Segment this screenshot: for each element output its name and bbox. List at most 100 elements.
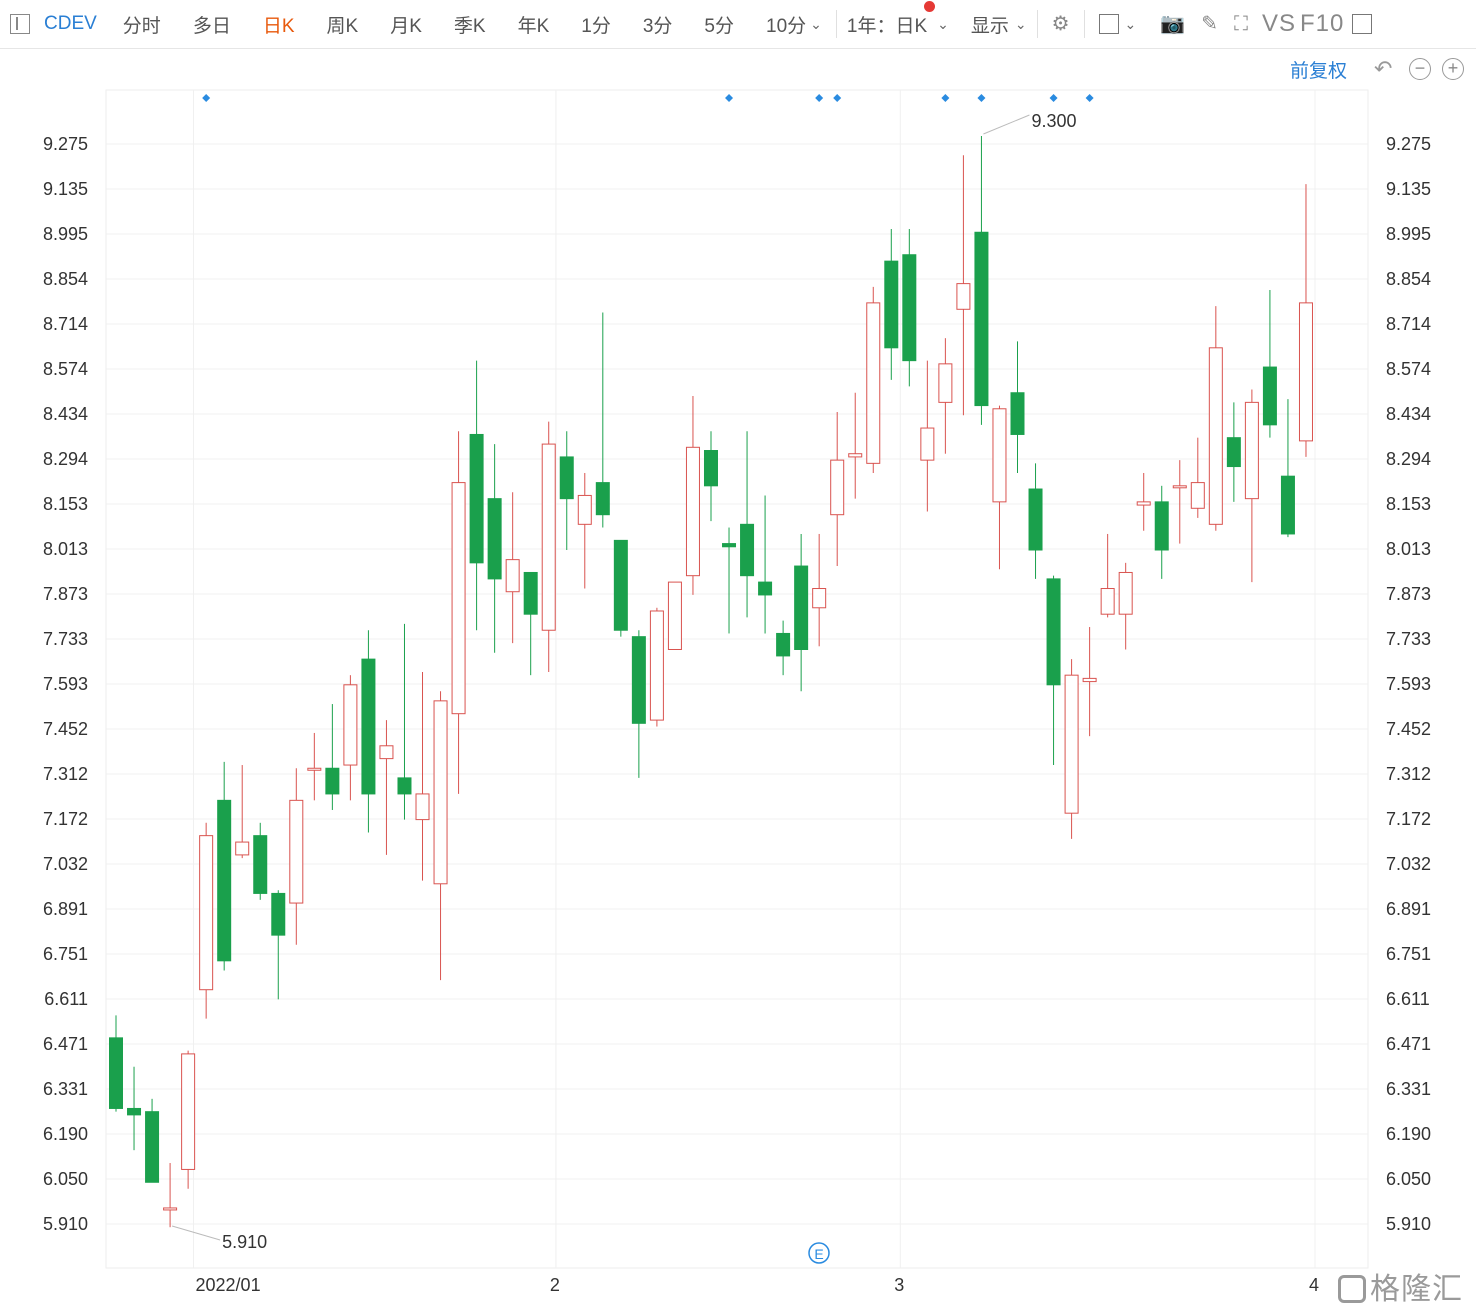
candle-up[interactable] (1190, 482, 1205, 509)
candle-up[interactable] (1136, 501, 1151, 506)
y-tick-label-right: 8.995 (1386, 224, 1431, 244)
candle-up[interactable] (451, 482, 466, 715)
candle-down[interactable] (613, 539, 628, 631)
min-leader-line (171, 1225, 221, 1241)
candle-down[interactable] (523, 571, 538, 615)
candle-up[interactable] (812, 588, 827, 609)
y-tick-label-right: 8.434 (1386, 404, 1431, 424)
y-tick-label-right: 7.312 (1386, 764, 1431, 784)
y-tick-label-left: 8.013 (43, 539, 88, 559)
event-marker[interactable] (1049, 94, 1058, 102)
y-tick-label-left: 6.471 (43, 1034, 88, 1054)
x-tick-label: 4 (1309, 1275, 1319, 1295)
candle-up[interactable] (992, 408, 1007, 503)
y-tick-label-left: 8.714 (43, 314, 88, 334)
y-tick-label-left: 8.995 (43, 224, 88, 244)
candle-up[interactable] (1064, 674, 1079, 814)
candle-down[interactable] (271, 892, 286, 936)
candle-down[interactable] (109, 1037, 123, 1109)
candle-down[interactable] (884, 260, 899, 349)
y-tick-label-right: 7.172 (1386, 809, 1431, 829)
candle-up[interactable] (433, 700, 448, 885)
candle-down[interactable] (776, 632, 791, 657)
candle-down[interactable] (1010, 392, 1025, 435)
candle-down[interactable] (487, 498, 502, 580)
event-marker[interactable] (941, 94, 950, 102)
candle-down[interactable] (595, 482, 610, 516)
candle-up[interactable] (956, 283, 971, 310)
candle-up[interactable] (1244, 401, 1259, 500)
earnings-badge-label: E (814, 1246, 823, 1262)
candle-up[interactable] (920, 427, 935, 461)
candle-up[interactable] (1100, 588, 1115, 615)
event-marker[interactable] (977, 94, 986, 102)
candle-up[interactable] (415, 793, 430, 821)
candle-up[interactable] (1172, 485, 1187, 489)
y-tick-label-left: 6.751 (43, 944, 88, 964)
y-tick-label-left: 6.891 (43, 899, 88, 919)
logo-icon (1338, 1275, 1366, 1303)
candle-down[interactable] (469, 433, 484, 564)
candle-down[interactable] (253, 835, 268, 894)
y-tick-label-left: 6.050 (43, 1169, 88, 1189)
event-marker[interactable] (833, 94, 842, 102)
candle-down[interactable] (361, 658, 376, 795)
candle-up[interactable] (307, 767, 322, 771)
candle-down[interactable] (631, 636, 646, 724)
candle-up[interactable] (667, 581, 682, 650)
candle-up[interactable] (938, 363, 953, 403)
candle-up[interactable] (235, 841, 250, 856)
candle-up[interactable] (848, 453, 863, 458)
candle-down[interactable] (1262, 366, 1277, 426)
candle-down[interactable] (559, 456, 574, 500)
candle-down[interactable] (740, 523, 755, 577)
candlestick-chart[interactable]: 9.275 9.275 9.135 9.135 8.995 8.995 8.854 8.854… (0, 0, 1476, 1310)
candle-down[interactable] (722, 543, 737, 548)
candle-up[interactable] (1208, 347, 1223, 525)
candle-down[interactable] (794, 565, 809, 650)
candle-up[interactable] (577, 494, 592, 525)
candle-up[interactable] (343, 684, 358, 766)
candle-up[interactable] (1082, 677, 1097, 683)
candle-down[interactable] (1046, 578, 1061, 686)
candle-down[interactable] (127, 1107, 142, 1116)
candle-up[interactable] (379, 745, 394, 760)
candle-down[interactable] (1028, 488, 1043, 551)
candle-down[interactable] (325, 767, 340, 795)
y-tick-label-left: 7.172 (43, 809, 88, 829)
candle-up[interactable] (830, 459, 845, 516)
y-tick-label-right: 6.751 (1386, 944, 1431, 964)
candle-down[interactable] (217, 799, 232, 962)
candle-down[interactable] (1154, 501, 1169, 551)
candle-up[interactable] (649, 610, 664, 721)
y-tick-label-right: 9.275 (1386, 134, 1431, 154)
candle-down[interactable] (758, 581, 773, 596)
candle-down[interactable] (1226, 437, 1241, 468)
candle-down[interactable] (1280, 475, 1295, 535)
y-tick-label-right: 5.910 (1386, 1214, 1431, 1234)
candle-up[interactable] (289, 799, 304, 904)
event-marker[interactable] (725, 94, 734, 102)
event-marker[interactable] (1085, 94, 1094, 102)
candle-down[interactable] (145, 1111, 160, 1183)
candle-up[interactable] (685, 446, 700, 577)
candle-down[interactable] (703, 450, 718, 487)
y-tick-label-right: 6.611 (1386, 989, 1430, 1009)
candle-up[interactable] (1118, 571, 1133, 615)
candle-up[interactable] (505, 559, 520, 593)
y-tick-label-right: 9.135 (1386, 179, 1431, 199)
x-tick-label: 3 (894, 1275, 904, 1295)
y-tick-label-right: 6.331 (1386, 1079, 1431, 1099)
candle-up[interactable] (541, 443, 556, 631)
event-marker[interactable] (815, 94, 824, 102)
max-annotation: 9.300 (1031, 111, 1076, 131)
candle-up[interactable] (1298, 302, 1313, 442)
candle-up[interactable] (199, 835, 214, 991)
candle-down[interactable] (397, 777, 412, 795)
candle-up[interactable] (866, 302, 881, 464)
candle-up[interactable] (163, 1207, 178, 1211)
candle-down[interactable] (902, 254, 917, 362)
event-marker[interactable] (202, 94, 211, 102)
candle-up[interactable] (181, 1053, 196, 1170)
candle-down[interactable] (974, 231, 989, 407)
